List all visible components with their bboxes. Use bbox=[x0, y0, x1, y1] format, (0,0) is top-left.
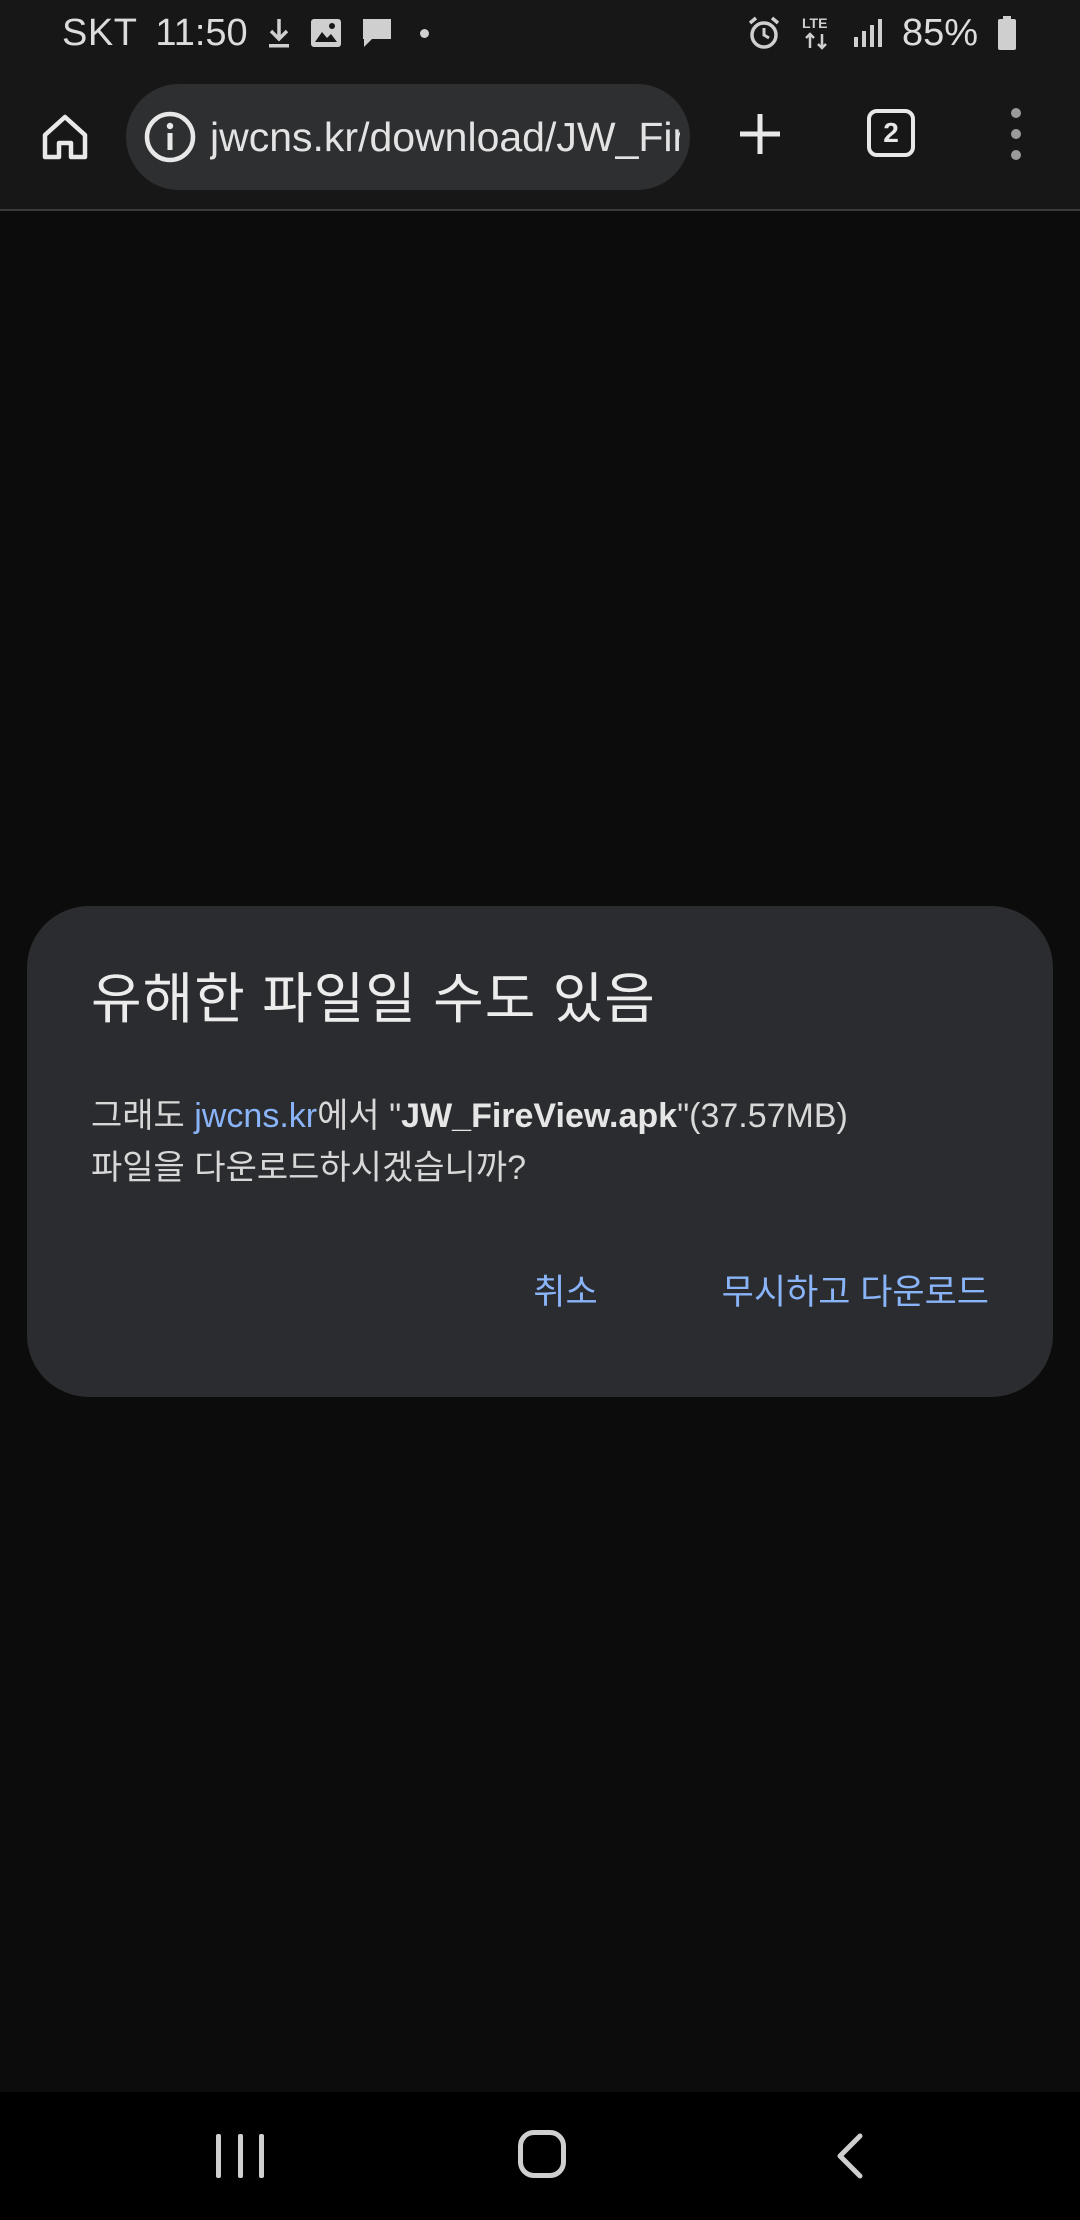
download-anyway-button[interactable]: 무시하고 다운로드 bbox=[722, 1264, 989, 1315]
system-nav-bar bbox=[0, 2092, 1080, 2220]
lte-label: LTE bbox=[802, 15, 827, 31]
download-icon bbox=[266, 16, 292, 50]
battery-icon bbox=[996, 15, 1018, 51]
recent-bar bbox=[259, 2134, 264, 2178]
url-text[interactable]: jwcns.kr/download/JW_FireView.apk bbox=[210, 114, 680, 161]
image-icon bbox=[310, 18, 342, 48]
screen: SKT 11:50 LTE 85% jwcns.kr/download/JW_F… bbox=[0, 0, 1080, 2220]
message-middle: 에서 " bbox=[317, 1097, 402, 1135]
download-warning-dialog: 유해한 파일일 수도 있음 그래도 jwcns.kr에서 "JW_FireVie… bbox=[27, 906, 1053, 1397]
menu-dot bbox=[1011, 108, 1021, 118]
url-bar[interactable]: jwcns.kr/download/JW_FireView.apk bbox=[126, 84, 690, 190]
site-link: jwcns.kr bbox=[194, 1097, 318, 1135]
signal-icon bbox=[852, 17, 884, 49]
menu-dot bbox=[1011, 129, 1021, 139]
message-line-2: 파일을 다운로드하시겠습니까? bbox=[91, 1149, 526, 1187]
recent-apps-icon[interactable] bbox=[216, 2134, 264, 2178]
status-bar: SKT 11:50 LTE 85% bbox=[0, 0, 1080, 66]
carrier-label: SKT bbox=[62, 11, 138, 54]
message-icon bbox=[360, 17, 394, 49]
dialog-actions: 취소 무시하고 다운로드 bbox=[533, 1264, 989, 1315]
dialog-title: 유해한 파일일 수도 있음 bbox=[91, 968, 656, 1030]
home-icon bbox=[42, 114, 88, 160]
alarm-icon bbox=[746, 15, 782, 51]
status-left: SKT 11:50 bbox=[62, 12, 429, 55]
toolbar-divider bbox=[0, 209, 1080, 211]
lte-icon: LTE bbox=[800, 14, 834, 52]
tabs-icon: 2 bbox=[867, 109, 915, 157]
file-size: "(37.57MB) bbox=[677, 1097, 848, 1135]
tab-count: 2 bbox=[883, 117, 899, 148]
cancel-button[interactable]: 취소 bbox=[533, 1264, 597, 1315]
browser-toolbar: jwcns.kr/download/JW_FireView.apk 2 bbox=[0, 66, 1080, 209]
new-tab-button[interactable] bbox=[728, 102, 792, 166]
info-icon[interactable] bbox=[142, 109, 198, 165]
home-button[interactable] bbox=[34, 106, 96, 168]
message-prefix: 그래도 bbox=[91, 1097, 195, 1135]
more-vert-icon[interactable] bbox=[994, 102, 1038, 166]
home-nav-icon[interactable] bbox=[518, 2130, 566, 2178]
recent-bar bbox=[216, 2134, 221, 2178]
menu-dot bbox=[1011, 150, 1021, 160]
plus-icon bbox=[740, 114, 780, 154]
dialog-message: 그래도 jwcns.kr에서 "JW_FireView.apk"(37.57MB… bbox=[91, 1090, 991, 1194]
battery-label: 85% bbox=[901, 11, 978, 54]
recent-bar bbox=[237, 2134, 243, 2178]
tab-switcher-button[interactable]: 2 bbox=[862, 104, 920, 162]
back-icon[interactable] bbox=[826, 2132, 874, 2180]
clock: 11:50 bbox=[155, 11, 248, 54]
status-right: LTE 85% bbox=[746, 12, 1018, 55]
file-name: JW_FireView.apk bbox=[401, 1097, 678, 1135]
dot-icon bbox=[419, 28, 429, 38]
